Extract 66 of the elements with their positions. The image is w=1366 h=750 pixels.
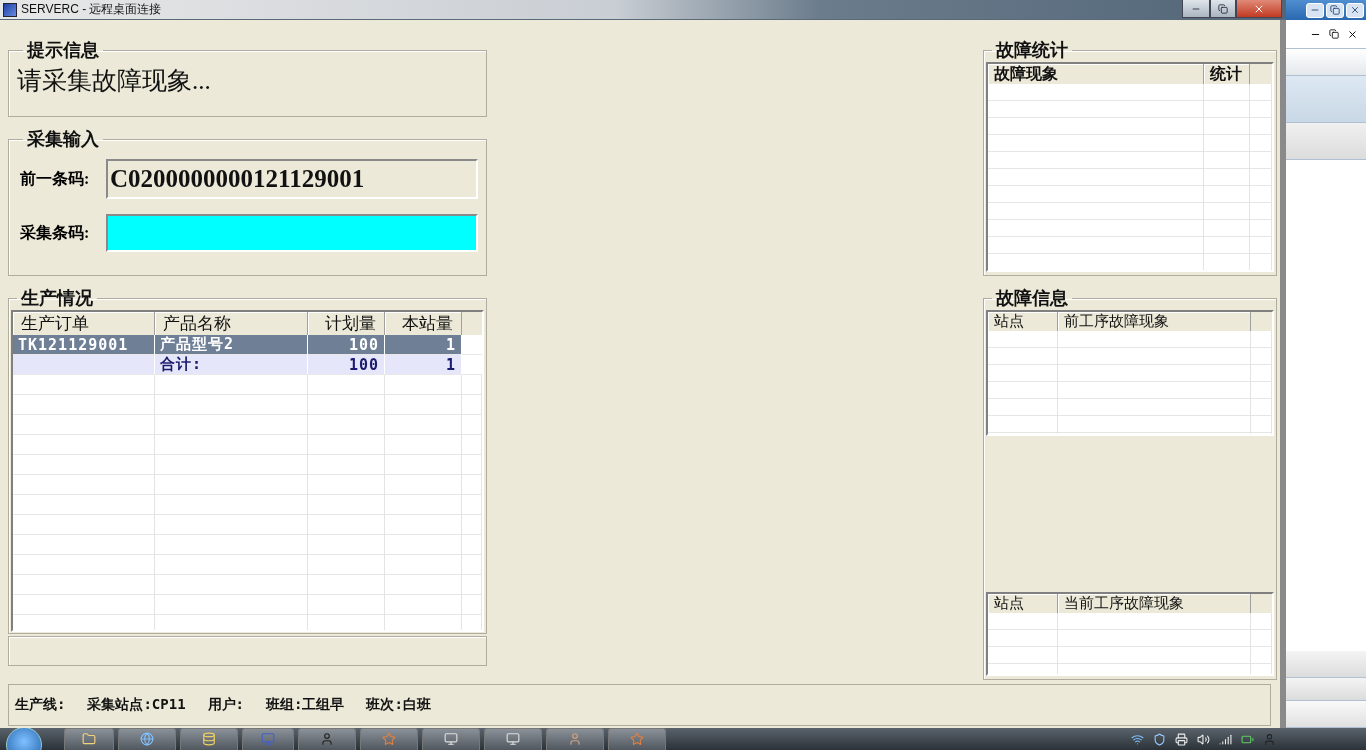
folder-icon [82, 732, 96, 746]
restore-button[interactable] [1210, 0, 1236, 18]
prompt-message: 请采集故障现象... [17, 66, 212, 96]
window-title: SERVERC - 远程桌面连接 [21, 1, 163, 18]
column-header: 当前工序故障现象 [1058, 594, 1251, 614]
taskbar-button[interactable] [64, 728, 114, 750]
column-header: 本站量 [385, 312, 462, 336]
printer-icon [1175, 732, 1188, 746]
status-text: 生产线: [15, 696, 66, 714]
barcode-input-field[interactable] [106, 214, 478, 252]
table-cell[interactable]: 1 [385, 335, 462, 355]
status-text: 班次:白班 [366, 696, 431, 714]
group-title: 采集输入 [26, 128, 100, 151]
shield-icon [1153, 732, 1166, 746]
column-header: 站点 [988, 312, 1058, 332]
taskbar-button[interactable] [118, 728, 176, 750]
previous-barcode-field: C0200000000121129001 [106, 159, 478, 199]
table-cell[interactable]: 产品型号2 [155, 335, 308, 355]
restore-icon [1329, 29, 1339, 39]
close-icon [1350, 5, 1360, 15]
column-header: 站点 [988, 594, 1058, 614]
group-title: 提示信息 [26, 39, 100, 62]
table-cell[interactable]: 1 [385, 355, 462, 375]
status-text: 用户: [207, 696, 245, 714]
status-text: 采集站点:CP11 [87, 696, 186, 714]
table-cell[interactable] [13, 355, 155, 375]
restore-icon [1330, 5, 1340, 15]
close-button[interactable] [1236, 0, 1282, 18]
taskbar-button[interactable] [360, 728, 418, 750]
user-icon [568, 732, 582, 746]
field-label: 前一条码: [20, 168, 91, 189]
app-icon [382, 732, 396, 746]
taskbar-button[interactable] [546, 728, 604, 750]
group-title: 故障信息 [994, 287, 1069, 310]
column-header: 生产订单 [13, 312, 155, 336]
minimize-button[interactable] [1182, 0, 1210, 18]
database-icon [202, 732, 216, 746]
table-cell[interactable]: TK121129001 [13, 335, 155, 355]
group-title: 故障统计 [994, 39, 1069, 62]
table-cell[interactable]: 100 [308, 335, 385, 355]
monitor-icon [261, 732, 275, 746]
taskbar-button[interactable] [298, 728, 356, 750]
window-icon [506, 732, 520, 746]
taskbar-button[interactable] [608, 728, 666, 750]
column-header: 统计 [1204, 64, 1250, 86]
app-icon [630, 732, 644, 746]
table-cell[interactable]: 合计: [155, 355, 308, 375]
taskbar-button[interactable] [484, 728, 542, 750]
status-text: 班组:工组早 [266, 696, 345, 714]
column-header: 产品名称 [155, 312, 308, 336]
globe-icon [140, 732, 154, 746]
column-header: 故障现象 [988, 64, 1204, 86]
taskbar-button[interactable] [180, 728, 238, 750]
column-header: 前工序故障现象 [1058, 312, 1251, 332]
table-cell[interactable]: 100 [308, 355, 385, 375]
column-header: 计划量 [308, 312, 385, 336]
window-icon [444, 732, 458, 746]
taskbar-button[interactable] [242, 728, 294, 750]
signal-icon [1219, 732, 1232, 746]
group-title: 生产情况 [20, 287, 94, 310]
field-label: 采集条码: [20, 222, 91, 243]
restore-icon [1218, 3, 1228, 14]
network-icon [1131, 732, 1144, 746]
volume-icon [1197, 732, 1210, 746]
close-icon [1347, 28, 1358, 40]
taskbar-button[interactable] [422, 728, 480, 750]
